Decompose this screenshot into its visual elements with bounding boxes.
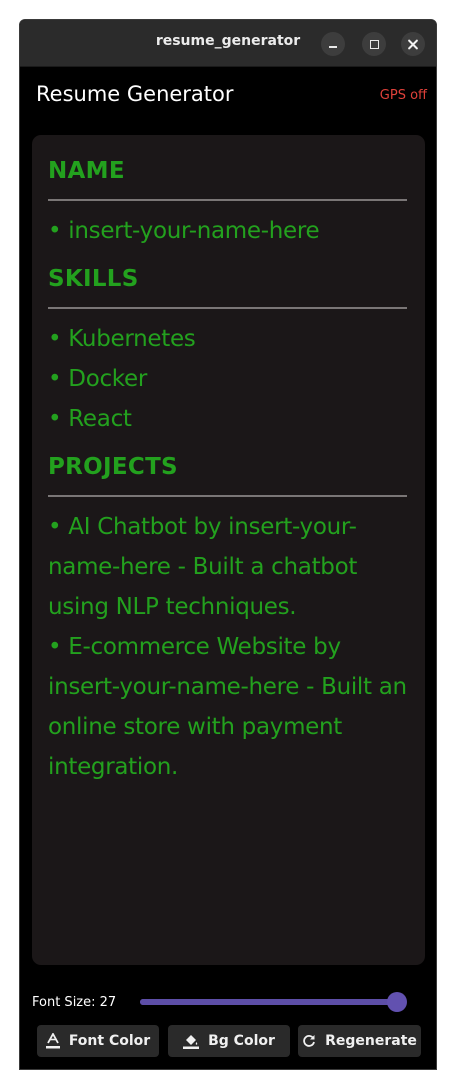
app-title: Resume Generator (36, 82, 234, 106)
font-color-button[interactable]: Font Color (37, 1025, 159, 1057)
bg-color-label: Bg Color (208, 1033, 275, 1049)
title-bar[interactable]: resume_generator (20, 20, 436, 67)
maximize-icon (369, 39, 379, 49)
slider-thumb[interactable] (386, 992, 407, 1012)
minimize-button[interactable] (321, 32, 345, 56)
font-size-label: Font Size: 27 (32, 995, 117, 1010)
resume-entry: • AI Chatbot by insert-your-name-here - … (48, 514, 358, 620)
section-divider (48, 307, 407, 309)
resume-entry: • insert-your-name-here (48, 218, 320, 244)
resume-preview: NAME • insert-your-name-here SKILLS • Ku… (32, 135, 425, 965)
font-color-label: Font Color (68, 1033, 151, 1049)
font-size-control: Font Size: 27 (32, 992, 412, 1015)
regenerate-label: Regenerate (325, 1033, 417, 1049)
font-size-slider[interactable] (140, 992, 407, 1012)
section-divider (48, 199, 407, 201)
app-window: resume_generator Resume Generator GPS of… (19, 19, 437, 1070)
close-button[interactable] (401, 32, 425, 56)
regenerate-button[interactable]: Regenerate (298, 1025, 421, 1057)
section-divider (48, 495, 407, 497)
text-color-icon (45, 1033, 60, 1049)
minimize-icon (329, 46, 337, 48)
gps-status: GPS off (379, 88, 427, 103)
resume-section-skills: SKILLS • Kubernetes • Docker • React (48, 263, 409, 439)
close-icon (408, 39, 419, 50)
resume-entry: • E-commerce Website by insert-your-name… (48, 634, 407, 780)
section-heading: PROJECTS (48, 454, 178, 480)
bg-color-button[interactable]: Bg Color (168, 1025, 290, 1057)
resume-entry: • Kubernetes (48, 326, 196, 352)
slider-fill (140, 999, 397, 1005)
resume-entry: • Docker (48, 366, 148, 392)
maximize-button[interactable] (362, 32, 386, 56)
resume-entry: • React (48, 406, 132, 432)
section-heading: SKILLS (48, 266, 139, 292)
refresh-icon (302, 1034, 316, 1048)
resume-section-projects: PROJECTS • AI Chatbot by insert-your-nam… (48, 451, 409, 787)
paint-bucket-icon (183, 1033, 200, 1049)
action-buttons: Font Color Bg Color Regenerate (37, 1025, 421, 1057)
resume-section-name: NAME • insert-your-name-here (48, 155, 409, 251)
section-heading: NAME (48, 158, 125, 184)
